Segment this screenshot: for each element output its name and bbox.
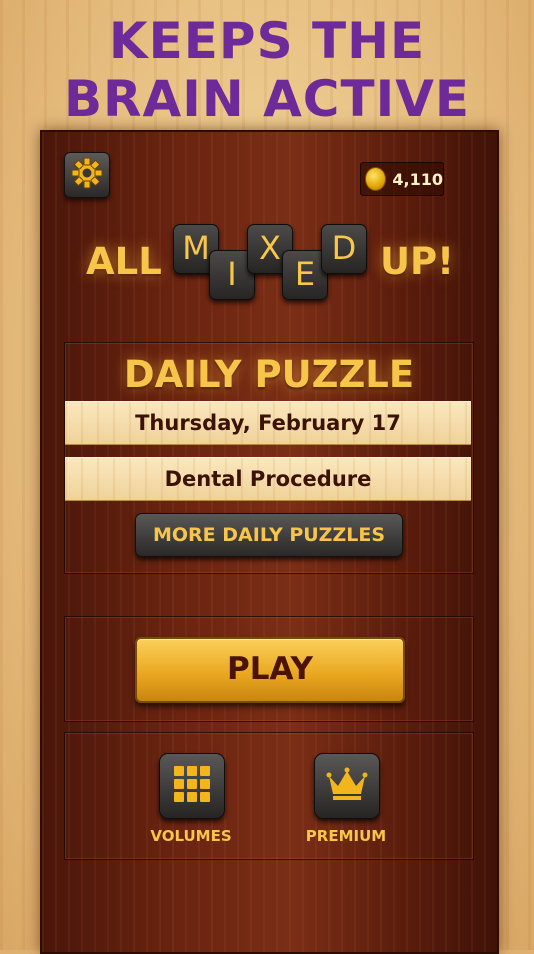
daily-puzzle-date[interactable]: Thursday, February 17	[65, 401, 471, 445]
grid-icon	[172, 764, 212, 808]
logo-word-up: UP!	[380, 240, 455, 283]
daily-puzzle-panel: DAILY PUZZLE Thursday, February 17 Denta…	[64, 342, 474, 574]
volumes-label[interactable]: VOLUMES	[131, 827, 251, 845]
logo-word-all: ALL	[86, 240, 162, 283]
daily-puzzle-name[interactable]: Dental Procedure	[65, 457, 471, 501]
coin-icon	[365, 167, 387, 191]
coin-balance[interactable]: 4,110	[360, 162, 444, 196]
promo-headline: KEEPS THE BRAIN ACTIVE	[0, 12, 534, 128]
play-button[interactable]: PLAY	[135, 637, 405, 703]
gear-icon	[70, 156, 104, 194]
daily-puzzle-title: DAILY PUZZLE	[123, 353, 415, 396]
headline-line-2: BRAIN ACTIVE	[63, 70, 471, 128]
coin-count: 4,110	[392, 169, 443, 189]
game-logo: ALL M I X E D UP!	[42, 224, 497, 304]
logo-tile: D	[321, 224, 367, 274]
volumes-button[interactable]	[159, 753, 225, 819]
play-panel: PLAY	[64, 616, 474, 722]
settings-button[interactable]	[64, 152, 110, 198]
premium-label[interactable]: PREMIUM	[286, 827, 406, 845]
bottom-menu-panel: VOLUMES PREMIUM	[64, 732, 474, 860]
headline-line-1: KEEPS THE	[108, 12, 426, 70]
more-daily-puzzles-button[interactable]: MORE DAILY PUZZLES	[135, 513, 403, 557]
premium-button[interactable]	[314, 753, 380, 819]
crown-icon	[326, 766, 368, 806]
game-board: 4,110 ALL M I X E D UP! DAILY PUZZLE Thu…	[40, 130, 499, 954]
